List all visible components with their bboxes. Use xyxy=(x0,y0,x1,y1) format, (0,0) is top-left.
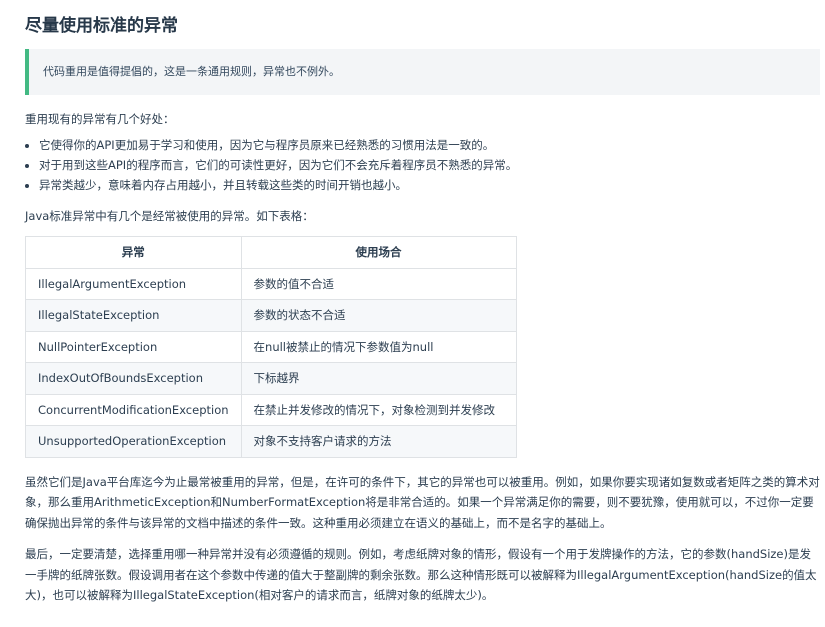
column-header-usage: 使用场合 xyxy=(240,236,517,269)
column-header-exception: 异常 xyxy=(25,236,242,269)
table-row: IllegalArgumentException 参数的值不合适 xyxy=(25,267,517,300)
exception-cell: ConcurrentModificationException xyxy=(25,393,242,426)
usage-cell: 在null被禁止的情况下参数值为null xyxy=(240,330,517,363)
table-row: UnsupportedOperationException 对象不支持客户请求的… xyxy=(25,425,517,458)
table-row: NullPointerException 在null被禁止的情况下参数值为nul… xyxy=(25,330,517,363)
exception-cell: NullPointerException xyxy=(25,330,242,363)
exception-cell: IndexOutOfBoundsException xyxy=(25,362,242,395)
intro-text: 重用现有的异常有几个好处： xyxy=(25,112,175,126)
table-row: ConcurrentModificationException 在禁止并发修改的… xyxy=(25,393,517,426)
exception-cell: IllegalArgumentException xyxy=(25,267,242,300)
page-title: 尽量使用标准的异常 xyxy=(25,16,178,36)
usage-cell: 对象不支持客户请求的方法 xyxy=(240,425,517,458)
list-item: 它使得你的API更加易于学习和使用，因为它与程序员原来已经熟悉的习惯用法是一致的… xyxy=(39,135,820,155)
paragraph-rules: 最后，一定要清楚，选择重用哪一种异常并没有必须遵循的规则。例如，考虑纸牌对象的情… xyxy=(25,547,817,602)
java-intro-text: Java标准异常中有几个是经常被使用的异常。如下表格： xyxy=(25,209,314,223)
usage-cell: 参数的状态不合适 xyxy=(240,299,517,332)
exception-cell: IllegalStateException xyxy=(25,299,242,332)
paragraph-reuse: 虽然它们是Java平台库迄今为止最常被重用的异常，但是，在许可的条件下，其它的异… xyxy=(25,474,820,530)
tip-block: 代码重用是值得提倡的，这是一条通用规则，异常也不例外。 xyxy=(25,49,820,95)
benefits-list: 它使得你的API更加易于学习和使用，因为它与程序员原来已经熟悉的习惯用法是一致的… xyxy=(25,135,820,195)
list-item: 异常类越少，意味着内存占用越小，并且转载这些类的时间开销也越小。 xyxy=(39,175,820,195)
table-header-row: 异常 使用场合 xyxy=(25,236,517,269)
usage-cell: 下标越界 xyxy=(240,362,517,395)
list-item: 对于用到这些API的程序而言，它们的可读性更好，因为它们不会充斥着程序员不熟悉的… xyxy=(39,155,820,175)
usage-cell: 在禁止并发修改的情况下，对象检测到并发修改 xyxy=(240,393,517,426)
table-row: IllegalStateException 参数的状态不合适 xyxy=(25,299,517,332)
article: 尽量使用标准的异常 代码重用是值得提倡的，这是一条通用规则，异常也不例外。 重用… xyxy=(0,0,825,606)
usage-cell: 参数的值不合适 xyxy=(240,267,517,300)
table-row: IndexOutOfBoundsException 下标越界 xyxy=(25,362,517,395)
exceptions-table: 异常 使用场合 IllegalArgumentException 参数的值不合适… xyxy=(25,236,517,458)
exception-cell: UnsupportedOperationException xyxy=(25,425,242,458)
